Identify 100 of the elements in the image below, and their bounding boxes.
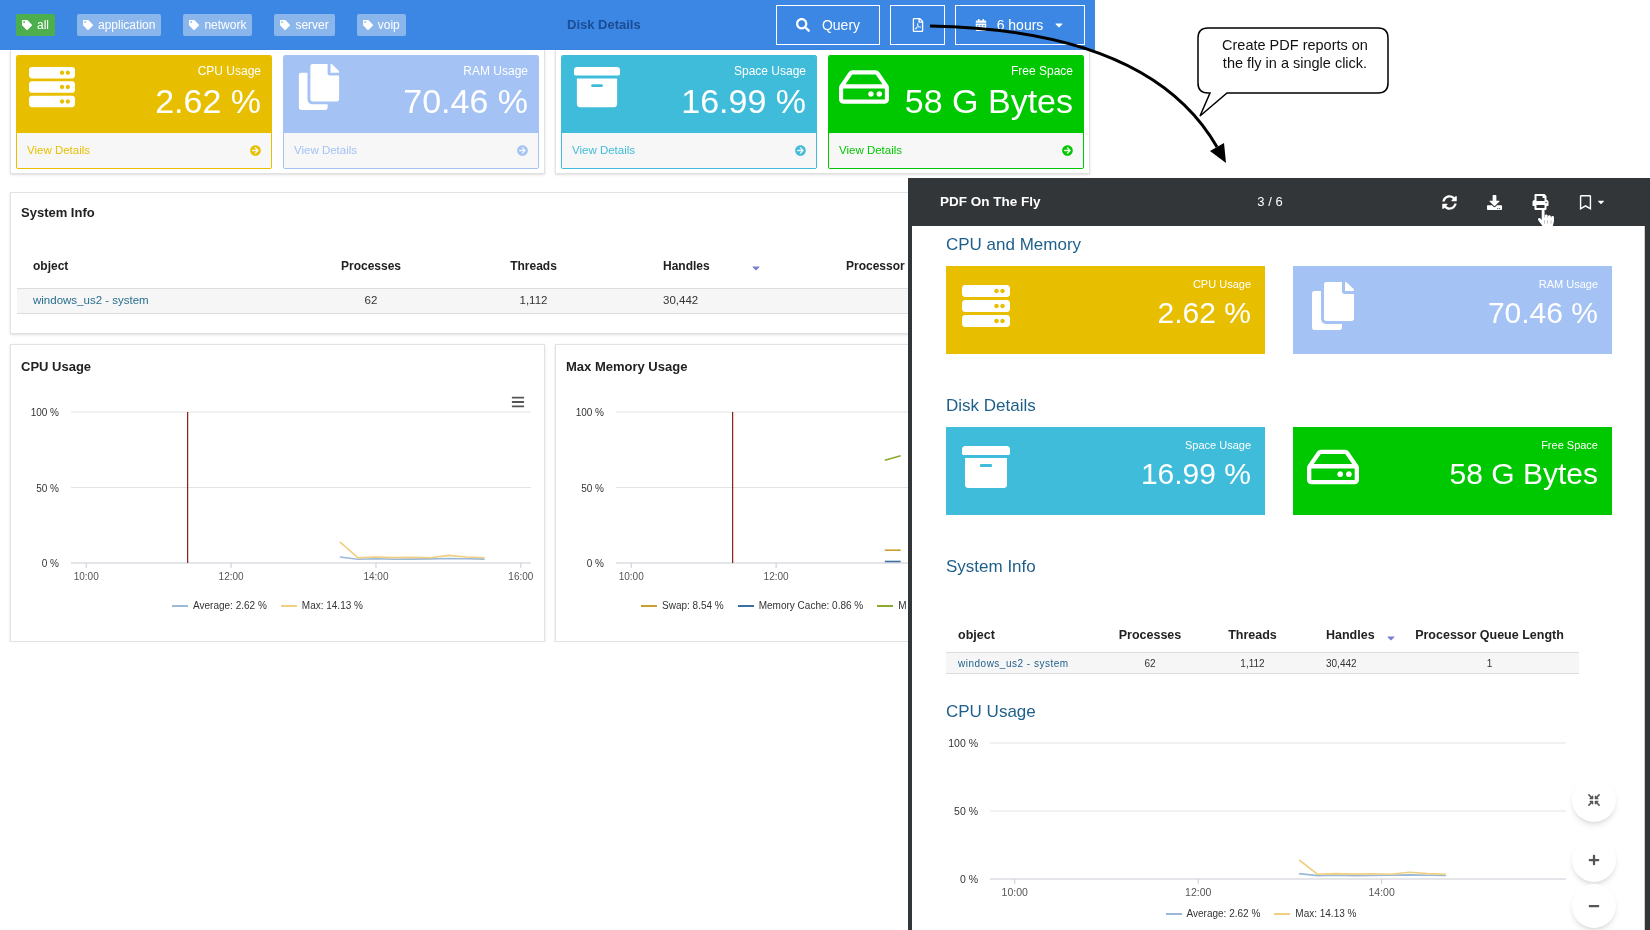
card-value: 16.99 % <box>681 81 806 122</box>
legend-label: Swap: 8.54 % <box>662 599 724 613</box>
card-value: 58 G Bytes <box>1449 455 1598 492</box>
section-heading: Disk Details <box>946 395 1037 415</box>
callout-text: Create PDF reports on the fly in a single click. <box>1221 36 1369 72</box>
table-cell-text: 1,112 <box>1240 656 1265 671</box>
page-counter: 3 / 6 <box>1256 193 1284 212</box>
table-cell-text: 1,112 <box>519 293 548 309</box>
time-range-button[interactable]: 6 hours <box>955 5 1085 45</box>
tag-icon <box>362 20 373 30</box>
query-button[interactable]: Query <box>776 5 880 45</box>
legend-label: Average: 2.62 % <box>1186 907 1261 921</box>
table-cell-text: 30,442 <box>1326 656 1357 671</box>
card-label: CPU Usage <box>197 63 261 80</box>
calendar-icon <box>974 19 987 31</box>
legend-label: Max: 14.13 % <box>1295 907 1357 921</box>
axis-label: 12:00 <box>1185 886 1212 898</box>
section-title: Disk Details <box>567 16 641 35</box>
bookmark-menu[interactable] <box>1579 194 1606 210</box>
axis-label: 100 % <box>948 737 978 749</box>
search-icon <box>795 18 810 32</box>
download-icon[interactable] <box>1487 194 1502 210</box>
table-cell-text: 30,442 <box>663 293 699 309</box>
legend-label: Memory Cache: 0.86 % <box>758 599 864 613</box>
viewer-title: PDF On The Fly <box>940 192 1042 211</box>
card-label: RAM Usage <box>1538 277 1598 292</box>
bookmark-icon <box>1579 194 1592 210</box>
axis-label: 12:00 <box>763 571 789 582</box>
card-value: 70.46 % <box>403 81 528 122</box>
card-value: 2.62 % <box>155 81 261 122</box>
legend-label: M <box>898 599 907 613</box>
table-cell-text: 62 <box>364 293 378 309</box>
pdf-file-icon <box>910 18 925 32</box>
axis-label: 0 % <box>586 558 604 569</box>
object-link[interactable]: windows_us2 - system <box>33 292 149 310</box>
column-header[interactable]: Processor Queue Length <box>1415 626 1564 645</box>
tag-icon <box>83 20 93 30</box>
column-header[interactable]: Threads <box>510 256 557 275</box>
column-header[interactable]: Processes <box>1118 626 1182 645</box>
axis-label: 50 % <box>36 482 59 494</box>
table-cell-text: 1 <box>1486 656 1493 671</box>
card-value: 16.99 % <box>1140 455 1251 492</box>
menu-icon[interactable] <box>510 395 526 409</box>
column-header[interactable]: Handles <box>663 256 762 275</box>
card-value: 58 G Bytes <box>904 81 1073 122</box>
archive-box-icon <box>572 64 622 110</box>
series-line <box>884 560 902 563</box>
object-link[interactable]: windows_us2 - system <box>958 655 1069 671</box>
card-value: 70.46 % <box>1487 294 1598 331</box>
card-label: Space Usage <box>733 63 806 80</box>
section-heading: System Info <box>946 556 1037 576</box>
card-label: Free Space <box>1010 63 1073 80</box>
legend-swatch <box>172 604 189 607</box>
legend-swatch <box>280 604 297 607</box>
axis-label: 14:00 <box>363 571 389 582</box>
axis-label: 100 % <box>30 407 59 418</box>
table-cell-text: 62 <box>1144 656 1156 671</box>
card-label: CPU Usage <box>1192 277 1251 292</box>
compress-icon <box>1588 794 1600 806</box>
axis-label: 0 % <box>959 873 978 885</box>
tag-icon <box>22 20 32 30</box>
axis-label: 12:00 <box>218 571 244 582</box>
card-value: 2.62 % <box>1157 294 1251 331</box>
tag-icon <box>189 20 200 30</box>
tag-filter[interactable]: all <box>16 14 55 36</box>
column-header[interactable]: Processor <box>846 256 905 275</box>
column-header[interactable]: object <box>33 256 69 275</box>
legend-swatch <box>1274 912 1291 915</box>
section-heading: CPU and Memory <box>946 234 1083 254</box>
column-header[interactable]: object <box>958 626 995 645</box>
legend-swatch <box>641 604 657 607</box>
rotate-icon[interactable] <box>1442 194 1457 210</box>
legend-swatch <box>737 604 754 607</box>
pdf-button[interactable] <box>890 5 945 45</box>
axis-label: 0 % <box>41 558 59 569</box>
legend-label: Max: 14.13 % <box>301 599 363 613</box>
axis-label: 16:00 <box>508 571 534 582</box>
chart-title: CPU Usage <box>20 358 93 376</box>
axis-label: 10:00 <box>73 571 99 582</box>
series-line <box>884 455 902 462</box>
column-header[interactable]: Processes <box>340 256 401 275</box>
card-label: Space Usage <box>1184 438 1251 453</box>
axis-label: 50 % <box>954 805 978 817</box>
column-header[interactable]: Threads <box>1228 626 1277 645</box>
axis-label: 10:00 <box>618 571 644 582</box>
series-line <box>884 549 902 551</box>
axis-label: 100 % <box>575 407 604 418</box>
legend-swatch <box>877 604 894 607</box>
section-heading: CPU Usage <box>946 701 1037 721</box>
tag-icon <box>280 20 291 30</box>
chart-title: Max Memory Usage <box>565 358 689 376</box>
panel-title: System Info <box>20 204 96 222</box>
legend-swatch <box>1165 912 1182 915</box>
column-header[interactable]: Handles <box>1326 626 1397 645</box>
print-icon[interactable] <box>1532 194 1549 210</box>
card-label: Free Space <box>1541 438 1598 453</box>
legend-label: Average: 2.62 % <box>193 599 267 613</box>
card-label: RAM Usage <box>463 63 528 80</box>
axis-label: 14:00 <box>1368 886 1395 898</box>
archive-box-icon <box>960 443 1012 491</box>
